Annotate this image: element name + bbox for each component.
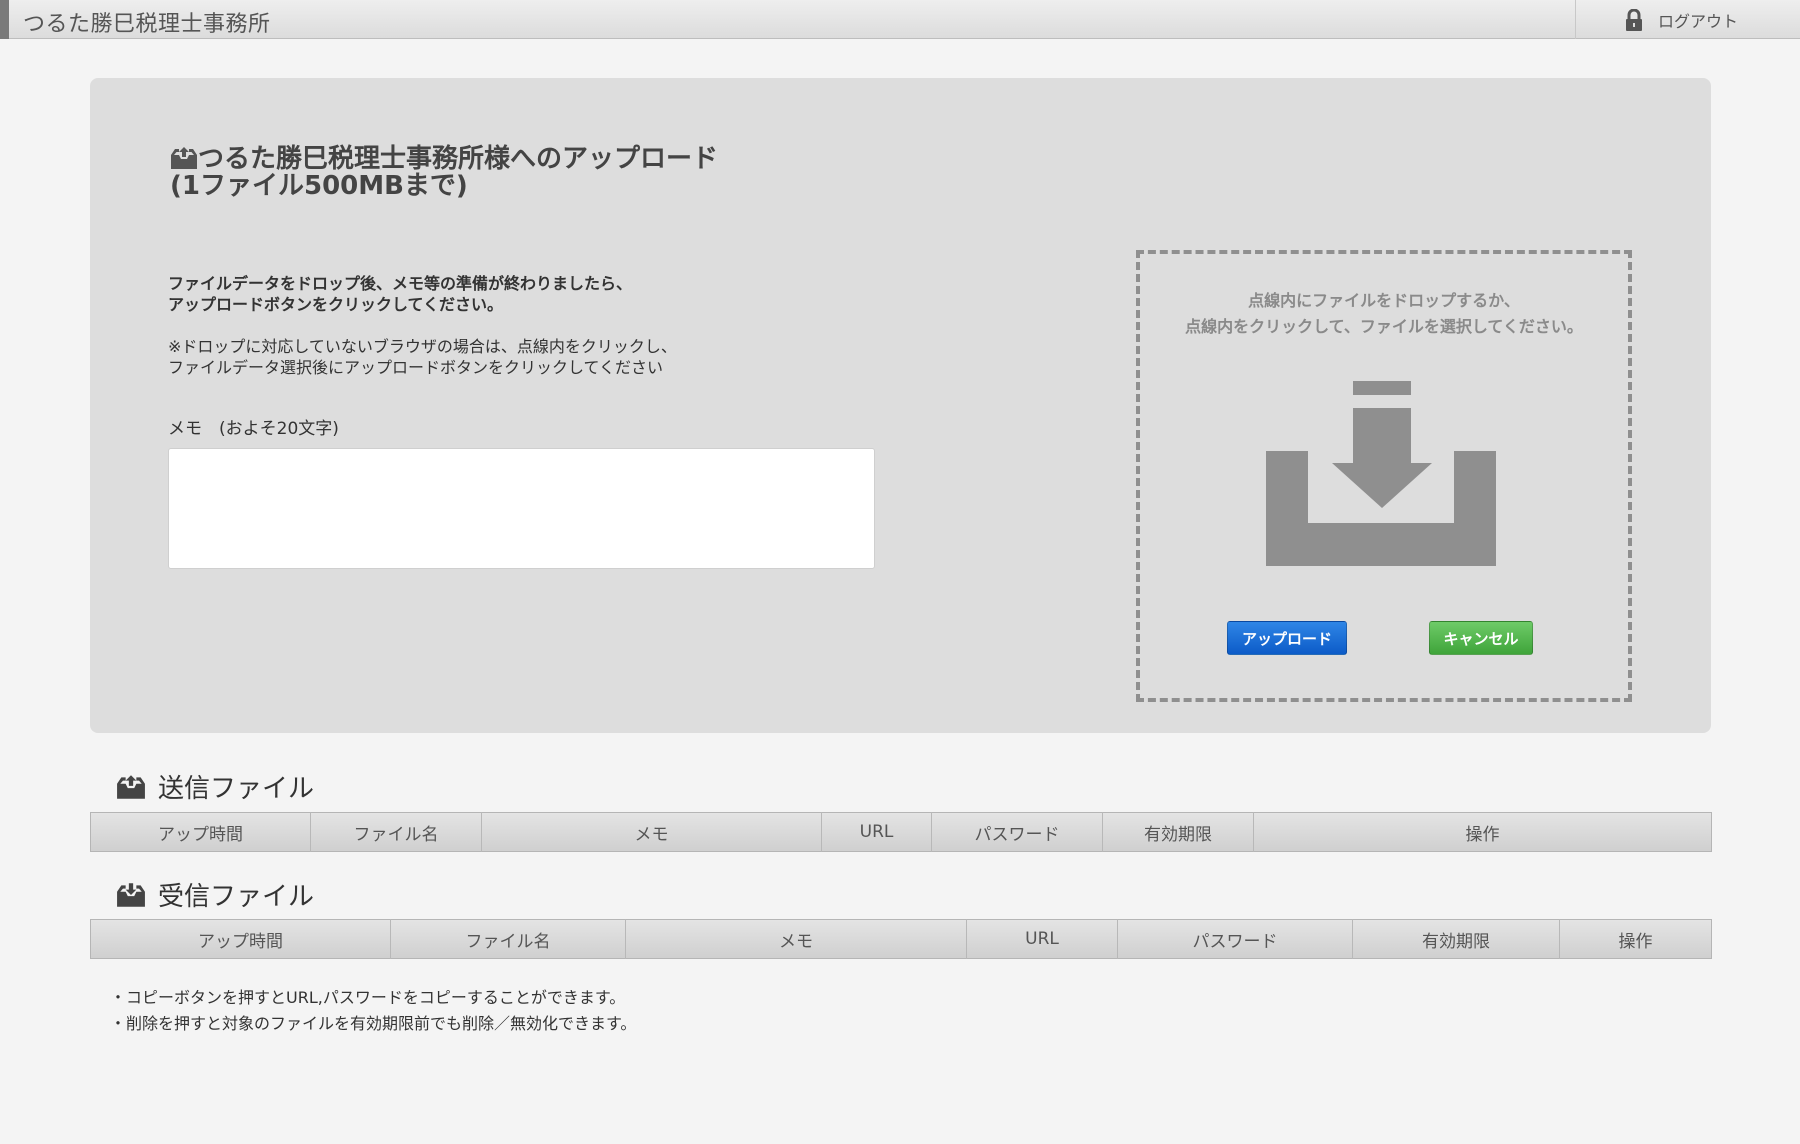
upload-button[interactable]: アップロード — [1227, 621, 1347, 655]
sent-files-heading: 送信ファイル — [116, 768, 314, 805]
received-files-heading: 受信ファイル — [116, 876, 314, 913]
col-memo[interactable]: メモ — [481, 812, 822, 852]
inbox-upload-icon — [117, 774, 145, 799]
col-url[interactable]: URL — [821, 812, 932, 852]
top-bar: つるた勝巳税理士事務所 ログアウト — [0, 0, 1800, 39]
col-expiry[interactable]: 有効期限 — [1352, 919, 1560, 959]
upload-title: つるた勝巳税理士事務所様へのアップロード (1ファイル500MBまで) — [170, 146, 718, 200]
footnote-copy: ・コピーボタンを押すとURL,パスワードをコピーすることができます。 — [110, 988, 626, 1007]
download-tray-icon — [1266, 381, 1496, 566]
inbox-download-icon — [117, 882, 145, 907]
col-file-name[interactable]: ファイル名 — [310, 812, 482, 852]
table-header-row: アップ時間 ファイル名 メモ URL パスワード 有効期限 操作 — [90, 919, 1712, 959]
dropzone-line-1: 点線内にファイルをドロップするか、 — [1248, 291, 1520, 310]
col-password[interactable]: パスワード — [1117, 919, 1353, 959]
upload-title-line2: (1ファイル500MBまで) — [170, 171, 468, 201]
footnotes: ・コピーボタンを押すとURL,パスワードをコピーすることができます。 ・削除を押… — [110, 985, 636, 1037]
cancel-button[interactable]: キャンセル — [1429, 621, 1533, 655]
sent-files-table: アップ時間 ファイル名 メモ URL パスワード 有効期限 操作 — [90, 812, 1712, 852]
memo-label: メモ (およそ20文字) — [168, 419, 339, 439]
note-line-2: ファイルデータ選択後にアップロードボタンをクリックしてください — [168, 358, 664, 377]
upload-instructions: ファイルデータをドロップ後、メモ等の準備が終わりましたら、 アップロードボタンを… — [168, 273, 632, 315]
lock-icon — [1626, 8, 1642, 31]
site-title: つるた勝巳税理士事務所 — [23, 12, 271, 37]
note-line-1: ※ドロップに対応していないブラウザの場合は、点線内をクリックし、 — [168, 337, 677, 356]
col-memo[interactable]: メモ — [625, 919, 967, 959]
upload-title-line1: つるた勝巳税理士事務所様へのアップロード — [198, 144, 719, 174]
dropzone-line-2: 点線内をクリックして、ファイルを選択してください。 — [1185, 317, 1583, 336]
sent-files-title: 送信ファイル — [158, 774, 315, 804]
browser-note: ※ドロップに対応していないブラウザの場合は、点線内をクリックし、 ファイルデータ… — [168, 336, 677, 378]
col-url[interactable]: URL — [966, 919, 1118, 959]
memo-input[interactable] — [168, 448, 875, 569]
file-dropzone[interactable]: 点線内にファイルをドロップするか、 点線内をクリックして、ファイルを選択してくだ… — [1136, 250, 1632, 702]
col-upload-time[interactable]: アップ時間 — [90, 919, 391, 959]
col-file-name[interactable]: ファイル名 — [390, 919, 626, 959]
col-password[interactable]: パスワード — [931, 812, 1103, 852]
col-upload-time[interactable]: アップ時間 — [90, 812, 311, 852]
col-actions: 操作 — [1465, 824, 1500, 845]
col-expiry[interactable]: 有効期限 — [1102, 812, 1254, 852]
table-header-row: アップ時間 ファイル名 メモ URL パスワード 有効期限 操作 — [90, 812, 1712, 852]
logout-label: ログアウト — [1658, 11, 1739, 31]
footnote-delete: ・削除を押すと対象のファイルを有効期限前でも削除／無効化できます。 — [110, 1014, 637, 1033]
header-accent — [0, 0, 9, 39]
logout-button[interactable]: ログアウト — [1575, 0, 1800, 39]
instruction-line-2: アップロードボタンをクリックしてください。 — [168, 295, 504, 314]
received-files-title: 受信ファイル — [158, 882, 315, 912]
upload-panel: つるた勝巳税理士事務所様へのアップロード (1ファイル500MBまで) ファイル… — [90, 78, 1711, 733]
received-files-table: アップ時間 ファイル名 メモ URL パスワード 有効期限 操作 — [90, 919, 1712, 959]
inbox-upload-icon — [171, 147, 197, 169]
instruction-line-1: ファイルデータをドロップ後、メモ等の準備が終わりましたら、 — [168, 274, 633, 293]
col-actions: 操作 — [1618, 931, 1653, 952]
dropzone-text: 点線内にファイルをドロップするか、 点線内をクリックして、ファイルを選択してくだ… — [1140, 288, 1628, 340]
